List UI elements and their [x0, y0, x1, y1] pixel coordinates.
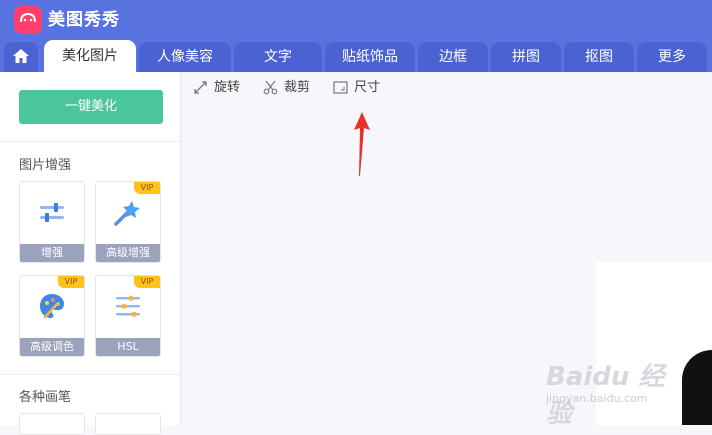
rotate-label: 旋转 [214, 80, 241, 95]
one-click-beautify-button[interactable]: 一键美化 [19, 90, 163, 124]
home-icon [13, 49, 29, 63]
annotation-arrow-icon [354, 112, 370, 176]
app-logo-icon [14, 6, 42, 34]
sliders-icon [40, 203, 64, 222]
tool-card-brush-1[interactable] [19, 413, 85, 435]
magic-wand-icon [114, 201, 140, 226]
vip-badge: VIP [58, 276, 84, 288]
crop-button[interactable]: 裁剪 [263, 78, 313, 98]
palette-icon [40, 294, 64, 319]
tab-portrait[interactable]: 人像美容 [139, 42, 231, 72]
tool-card-label: 高级增强 [96, 244, 160, 262]
edit-toolbar: 旋转 裁剪 尺寸 [180, 72, 712, 104]
tab-cutout[interactable]: 抠图 [564, 42, 634, 72]
watermark-url: jingyan.baidu.com [546, 392, 648, 405]
tool-card-hsl[interactable]: VIP HSL [95, 275, 161, 357]
home-tab[interactable] [4, 42, 38, 72]
tab-collage[interactable]: 拼图 [491, 42, 561, 72]
tool-card-advanced-enhance[interactable]: VIP 高级增强 [95, 181, 161, 263]
main-tab-bar: 美化图片 人像美容 文字 贴纸饰品 边框 拼图 抠图 更多 [0, 36, 712, 72]
tool-card-brush-2[interactable] [95, 413, 161, 435]
scissors-icon [263, 80, 278, 95]
tool-card-label: 高级调色 [20, 338, 84, 356]
sidebar-divider [0, 374, 180, 375]
vip-badge: VIP [134, 182, 160, 194]
sidebar-divider [0, 141, 180, 142]
hsl-sliders-icon [116, 295, 140, 317]
section-title-brush: 各种画笔 [19, 390, 72, 405]
tool-card-enhance[interactable]: 增强 [19, 181, 85, 263]
section-title-enhance: 图片增强 [19, 158, 72, 173]
photo-subject [682, 350, 712, 425]
resize-icon [333, 81, 348, 94]
rotate-icon [194, 81, 207, 94]
tool-card-label: HSL [96, 338, 160, 356]
vip-badge: VIP [134, 276, 160, 288]
size-button[interactable]: 尺寸 [333, 78, 383, 98]
size-label: 尺寸 [354, 80, 381, 95]
tab-text[interactable]: 文字 [234, 42, 322, 72]
app-title: 美图秀秀 [48, 10, 120, 30]
tool-card-advanced-color[interactable]: VIP 高级调色 [19, 275, 85, 357]
tool-card-label: 增强 [20, 244, 84, 262]
tab-more[interactable]: 更多 [637, 42, 707, 72]
tab-frames[interactable]: 边框 [418, 42, 488, 72]
tab-beautify[interactable]: 美化图片 [44, 40, 136, 72]
tab-stickers[interactable]: 贴纸饰品 [325, 42, 415, 72]
rotate-button[interactable]: 旋转 [193, 78, 243, 98]
crop-label: 裁剪 [284, 80, 311, 95]
left-sidebar: 一键美化 图片增强 增强 VIP 高级增强 VIP 高级调色 VIP HSL 各… [0, 72, 181, 435]
watermark: Baidu 经验 jingyan.baidu.com [546, 346, 676, 429]
